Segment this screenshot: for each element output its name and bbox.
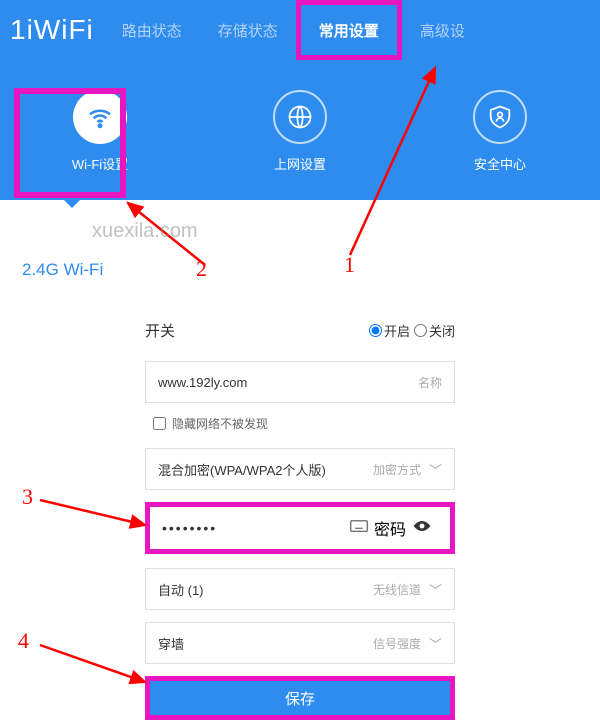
nav-router-status[interactable]: 路由状态 (104, 0, 200, 60)
tab-security-center[interactable]: 安全中心 (450, 90, 550, 173)
radio-off-input[interactable] (414, 324, 427, 337)
top-banner: 1iWiFi 路由状态 存储状态 常用设置 高级设 Wi-Fi设置 上网设置 安… (0, 0, 600, 200)
globe-icon (273, 90, 327, 144)
nav-advanced[interactable]: 高级设 (402, 0, 483, 60)
password-field[interactable]: •••••••• 密码 (145, 502, 455, 554)
signal-field[interactable]: 穿墙 信号强度 ﹀ (145, 622, 455, 664)
encryption-field[interactable]: 混合加密(WPA/WPA2个人版) 加密方式 ﹀ (145, 448, 455, 490)
tab-internet-label: 上网设置 (274, 154, 326, 173)
radio-on-label: 开启 (384, 321, 410, 340)
switch-label: 开关 (145, 320, 185, 341)
switch-row: 开关 开启 关闭 (145, 320, 455, 341)
hide-ssid-checkbox[interactable] (153, 417, 166, 430)
radio-on-input[interactable] (369, 324, 382, 337)
chevron-down-icon: ﹀ (429, 580, 442, 599)
signal-hint: 信号强度 (373, 635, 421, 652)
hide-ssid-label: 隐藏网络不被发现 (172, 415, 268, 432)
encryption-hint: 加密方式 (373, 461, 421, 478)
ssid-value: www.192ly.com (158, 375, 418, 390)
password-hint: 密码 (374, 516, 406, 540)
password-value: •••••••• (162, 520, 344, 536)
section-title: 2.4G Wi-Fi (0, 230, 600, 280)
wifi-icon (73, 90, 127, 144)
icon-tabs: Wi-Fi设置 上网设置 安全中心 (0, 60, 600, 173)
nav-common-settings[interactable]: 常用设置 (296, 0, 402, 60)
shield-icon (473, 90, 527, 144)
tab-security-label: 安全中心 (474, 154, 526, 173)
ssid-field[interactable]: www.192ly.com 名称 (145, 361, 455, 403)
radio-off-label: 关闭 (429, 321, 455, 340)
chevron-down-icon: ﹀ (429, 460, 442, 479)
chevron-down-icon: ﹀ (429, 634, 442, 653)
tab-wifi-settings[interactable]: Wi-Fi设置 (50, 90, 150, 173)
tab-wifi-label: Wi-Fi设置 (72, 154, 128, 173)
tab-internet-settings[interactable]: 上网设置 (250, 90, 350, 173)
radio-on[interactable]: 开启 (369, 321, 410, 340)
ssid-hint: 名称 (418, 374, 442, 391)
save-button[interactable]: 保存 (145, 676, 455, 720)
channel-field[interactable]: 自动 (1) 无线信道 ﹀ (145, 568, 455, 610)
nav-row: 1iWiFi 路由状态 存储状态 常用设置 高级设 (0, 0, 600, 60)
switch-radio-group: 开启 关闭 (369, 321, 455, 340)
channel-value: 自动 (1) (158, 580, 373, 599)
wifi-form: 开关 开启 关闭 www.192ly.com 名称 隐藏网络不被发现 混合加密(… (145, 320, 455, 720)
nav-storage-status[interactable]: 存储状态 (200, 0, 296, 60)
channel-hint: 无线信道 (373, 581, 421, 598)
logo: 1iWiFi (10, 14, 104, 46)
eye-icon[interactable] (412, 519, 432, 538)
watermark: xuexila.com (92, 220, 198, 243)
signal-value: 穿墙 (158, 634, 373, 653)
keyboard-icon[interactable] (350, 519, 368, 538)
radio-off[interactable]: 关闭 (414, 321, 455, 340)
content-area: 2.4G Wi-Fi 开关 开启 关闭 www.192ly.com 名称 隐藏网… (0, 200, 600, 720)
encryption-value: 混合加密(WPA/WPA2个人版) (158, 460, 373, 479)
hide-ssid-row[interactable]: 隐藏网络不被发现 (153, 415, 455, 432)
